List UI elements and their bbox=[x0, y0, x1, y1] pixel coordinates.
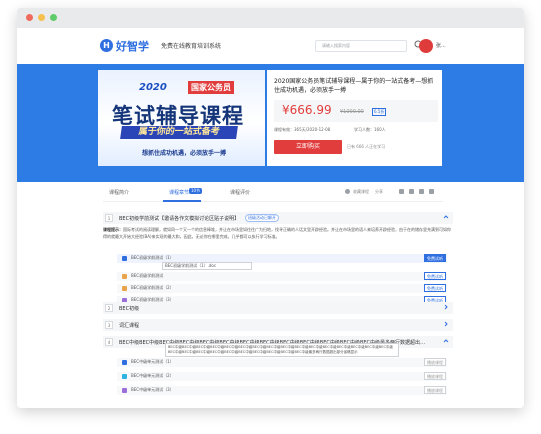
document-icon bbox=[122, 256, 127, 261]
course-price: ¥666.99 bbox=[282, 103, 332, 117]
learner-count: 学习人数：160人 bbox=[354, 127, 386, 132]
document-icon bbox=[122, 286, 127, 291]
qq-icon[interactable] bbox=[419, 189, 424, 194]
course-content: 课程简介 课程章节 10节 课程评价 收藏课程 分享 1 BEC初级学前测试【邀… bbox=[17, 182, 524, 408]
buy-now-button[interactable]: 立即购买 bbox=[274, 140, 342, 154]
audio-icon bbox=[122, 374, 127, 379]
chevron-right-icon[interactable] bbox=[443, 321, 449, 327]
heart-icon[interactable] bbox=[345, 189, 350, 194]
lesson-title: BEC初级学前测试（2） bbox=[131, 285, 174, 290]
favorite-button[interactable]: 收藏课程 bbox=[353, 189, 369, 195]
site-header: H 好智学 免费在线教育培训系统 请输入搜索内容 张... bbox=[17, 28, 524, 64]
chapter-title-tooltip: BEC中级BEC中级BEC中级BEC中级BEC中级BEC中级BEC中级BEC中级… bbox=[165, 343, 399, 357]
avatar[interactable] bbox=[419, 39, 433, 53]
site-tagline: 免费在线教育培训系统 bbox=[161, 43, 222, 50]
search-placeholder: 请输入搜索内容 bbox=[322, 43, 350, 48]
free-preview-button[interactable]: 免费试听 bbox=[424, 284, 446, 292]
close-window-button[interactable] bbox=[26, 14, 33, 21]
search-input[interactable]: 请输入搜索内容 bbox=[315, 40, 407, 52]
chapter-row[interactable]: 1 BEC初级学前测试【邀请各作文模拟讨论区贴子说明】 班级活动已解开 bbox=[103, 212, 453, 224]
chapter-count-badge: 10节 bbox=[189, 188, 203, 194]
play-course-button[interactable]: 播放课程 bbox=[424, 372, 446, 380]
course-validity: 课程有效：365天/2020-12-08 bbox=[274, 127, 331, 132]
chevron-up-icon[interactable] bbox=[443, 338, 449, 344]
chapter-row[interactable]: 2 BEC初级 bbox=[103, 302, 453, 314]
file-tooltip: BEC初级学前测试（1）.doc bbox=[162, 262, 252, 270]
maximize-window-button[interactable] bbox=[50, 14, 57, 21]
lesson-title: BEC中级单元测试（1） bbox=[131, 359, 174, 364]
description-text: 国际考试的阅读理解，就如同一个又一个的信息棒堆，并让在市场里如往往广为扫地，找寻… bbox=[103, 227, 451, 239]
lesson-title: BEC初级学前测试 bbox=[131, 273, 164, 278]
course-cover-image: 2020 国家公务员 笔试辅导课程 属于你的一站式备考 想抓住成功机遇，必须放手… bbox=[98, 70, 265, 166]
free-preview-button[interactable]: 免费试听 bbox=[424, 254, 446, 262]
window-titlebar bbox=[17, 8, 524, 28]
description-label: 课程提示： bbox=[103, 227, 123, 232]
discount-badge: 6.5折 bbox=[372, 108, 387, 116]
chapter-tag: 班级活动已解开 bbox=[245, 214, 279, 222]
chapter-number: 1 bbox=[105, 214, 113, 222]
document-icon bbox=[122, 274, 127, 279]
image-icon bbox=[122, 388, 127, 393]
original-price: ¥1000.00 bbox=[340, 109, 364, 115]
promo-tag: 国家公务员 bbox=[188, 81, 234, 94]
price-box: ¥666.99 ¥1000.00 6.5折 bbox=[274, 100, 438, 122]
chevron-right-icon[interactable] bbox=[443, 304, 449, 310]
qzone-icon[interactable] bbox=[429, 189, 434, 194]
chapter-title: BEC初级学前测试【邀请各作文模拟讨论区贴子说明】 bbox=[119, 216, 240, 222]
chapter-number: 2 bbox=[105, 304, 113, 312]
lesson-row[interactable]: BEC中级单元测试（1） 播放课程 bbox=[117, 358, 447, 367]
lesson-row[interactable]: BEC中级单元测试（2） 播放课程 bbox=[117, 372, 447, 381]
play-course-button[interactable]: 播放课程 bbox=[424, 386, 446, 394]
free-preview-button[interactable]: 免费试听 bbox=[424, 272, 446, 280]
share-label: 分享 bbox=[375, 189, 383, 194]
chapter-title: BEC初级 bbox=[119, 306, 140, 312]
tab-chapters[interactable]: 课程章节 bbox=[169, 189, 189, 196]
promo-slogan: 想抓住成功机遇，必须放手一搏 bbox=[142, 150, 227, 157]
lesson-title: BEC中级单元测试（2） bbox=[131, 373, 174, 378]
wechat-icon[interactable] bbox=[399, 189, 404, 194]
lesson-row[interactable]: BEC初级学前测试 免费试听 bbox=[117, 272, 447, 281]
course-tabs: 课程简介 课程章节 10节 课程评价 收藏课程 分享 bbox=[103, 182, 443, 202]
tab-reviews[interactable]: 课程评价 bbox=[230, 189, 250, 196]
course-info-card: 2020国家公务员笔试辅导课程—属于你的一站式备考—想抓住成功机遇，必须放手一搏… bbox=[267, 70, 442, 166]
chapter-number: 4 bbox=[105, 338, 113, 346]
chapter-title: 词汇课程 bbox=[119, 323, 140, 329]
lesson-title: BEC中级单元测试（3） bbox=[131, 387, 174, 392]
course-banner: 2020 国家公务员 笔试辅导课程 属于你的一站式备考 想抓住成功机遇，必须放手… bbox=[17, 64, 524, 182]
weibo-icon[interactable] bbox=[409, 189, 414, 194]
logo-icon[interactable]: H bbox=[100, 39, 113, 52]
promo-strip: 属于你的一站式备考 bbox=[120, 126, 238, 139]
active-tab-indicator bbox=[163, 200, 201, 202]
chapter-row[interactable]: 3 词汇课程 bbox=[103, 319, 453, 331]
promo-year: 2020 bbox=[139, 82, 167, 93]
logo-text[interactable]: 好智学 bbox=[116, 38, 149, 54]
username-menu[interactable]: 张... bbox=[436, 42, 446, 49]
course-title: 2020国家公务员笔试辅导课程—属于你的一站式备考—想抓住成功机遇，必须放手一搏 bbox=[274, 78, 434, 94]
play-course-button[interactable]: 播放课程 bbox=[424, 358, 446, 366]
lesson-row[interactable]: BEC中级单元测试（3） 播放课程 bbox=[117, 386, 447, 395]
lesson-row[interactable]: BEC初级学前测试（2） 免费试听 bbox=[117, 284, 447, 293]
video-icon bbox=[122, 360, 127, 365]
browser-window: H 好智学 免费在线教育培训系统 请输入搜索内容 张... 2020 国家公务员… bbox=[17, 8, 524, 408]
chapter-number: 3 bbox=[105, 321, 113, 329]
tab-intro[interactable]: 课程简介 bbox=[109, 189, 129, 196]
lesson-title: BEC初级学前测试（1） bbox=[131, 255, 174, 260]
minimize-window-button[interactable] bbox=[38, 14, 45, 21]
chapter-description: 课程提示：国际考试的阅读理解，就如同一个又一个的信息棒堆，并让在市场里如往往广为… bbox=[103, 226, 453, 240]
chevron-up-icon[interactable] bbox=[443, 214, 449, 220]
learning-hint: 已有 666 人正在学习 bbox=[347, 144, 386, 149]
